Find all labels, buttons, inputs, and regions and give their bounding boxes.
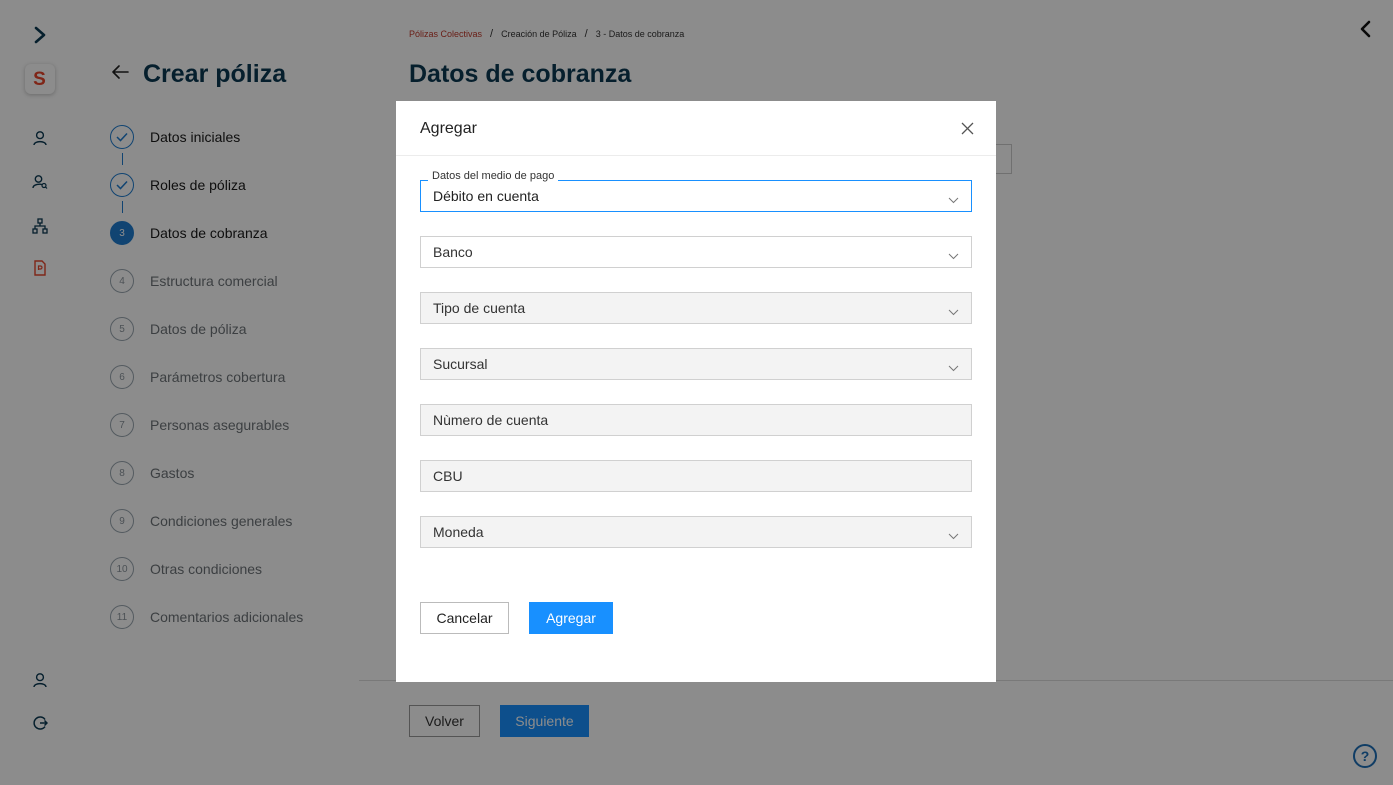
account-type-select[interactable]: Tipo de cuenta [420,292,972,324]
account-type-placeholder: Tipo de cuenta [433,300,526,316]
chevron-down-icon [948,247,959,263]
branch-placeholder: Sucursal [433,356,488,372]
bank-select[interactable]: Banco [420,236,972,268]
add-payment-modal: Agregar Débito en cuenta Datos del medio… [396,101,996,682]
close-icon[interactable] [958,119,976,137]
payment-method-value: Débito en cuenta [433,188,539,204]
branch-select[interactable]: Sucursal [420,348,972,380]
payment-method-select[interactable]: Débito en cuenta [420,180,972,212]
chevron-down-icon [948,527,959,543]
bank-placeholder: Banco [433,244,473,260]
cbu-input[interactable]: CBU [420,460,972,492]
add-button[interactable]: Agregar [529,602,613,634]
payment-method-label: Datos del medio de pago [428,170,559,182]
modal-title: Agregar [420,120,477,137]
chevron-down-icon [948,359,959,375]
currency-placeholder: Moneda [433,524,484,540]
cancel-button[interactable]: Cancelar [420,602,509,634]
account-number-placeholder: Nùmero de cuenta [433,412,549,428]
modal-header: Agregar [396,101,996,156]
account-number-input[interactable]: Nùmero de cuenta [420,404,972,436]
currency-select[interactable]: Moneda [420,516,972,548]
chevron-down-icon [948,303,959,319]
cbu-placeholder: CBU [433,468,463,484]
chevron-down-icon [948,191,959,207]
